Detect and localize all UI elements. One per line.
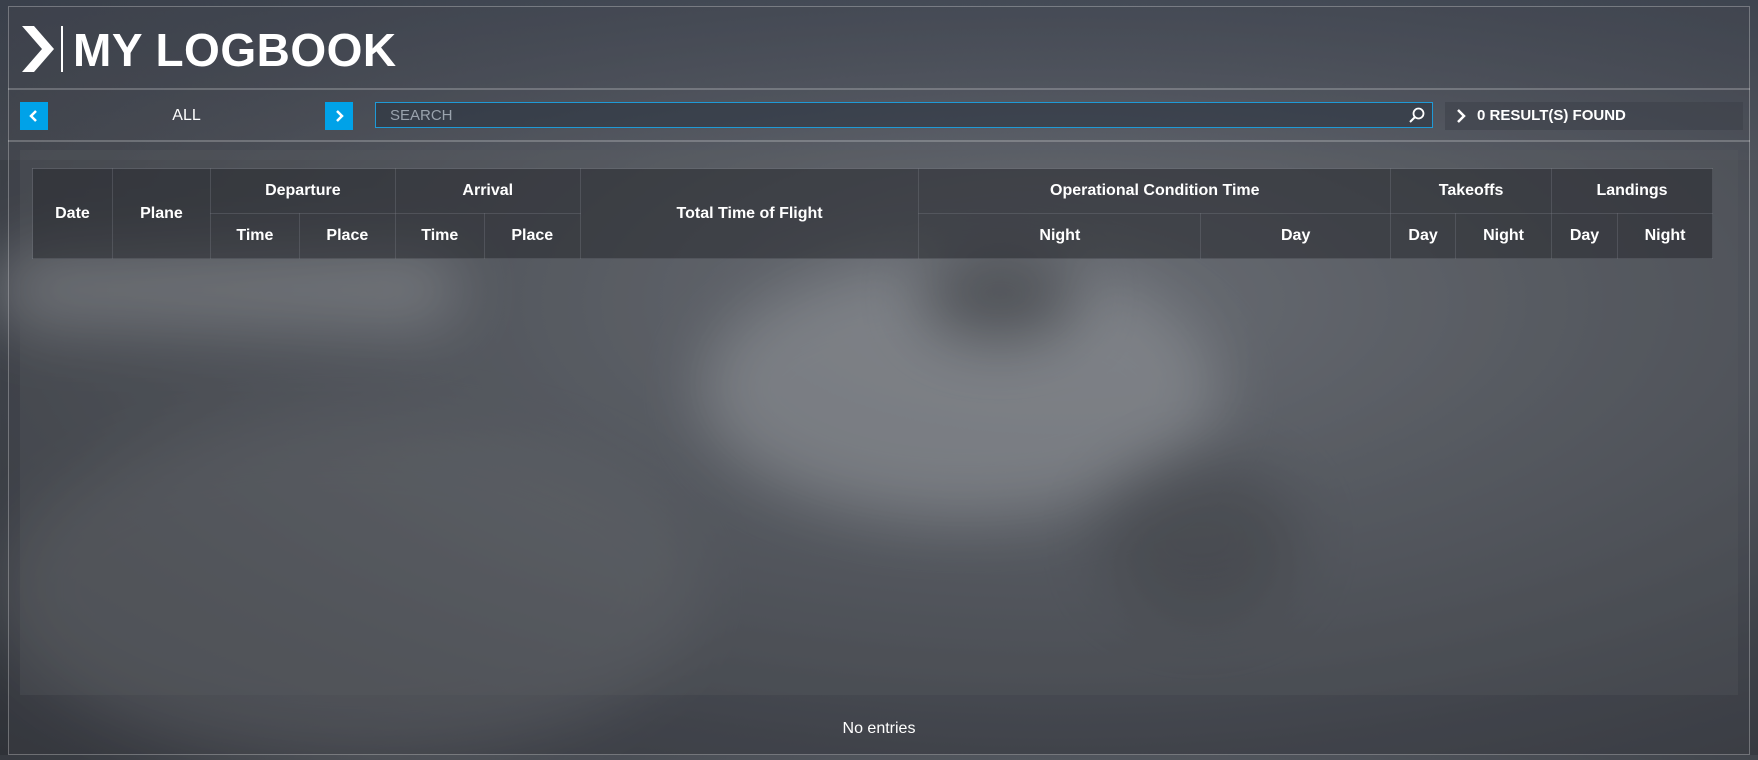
column-total-time[interactable]: Total Time of Flight <box>579 168 920 259</box>
column-arrival: Arrival <box>394 168 581 214</box>
logbook-table: Date Plane Departure Arrival Total Time … <box>32 168 1713 259</box>
column-operational-condition-time: Operational Condition Time <box>918 168 1392 214</box>
filter-row: ALL 0 RESULT(S) FOUND <box>8 90 1750 142</box>
chevron-right-icon <box>1457 109 1466 123</box>
column-plane[interactable]: Plane <box>111 168 211 259</box>
column-takeoffs-day[interactable]: Day <box>1390 213 1457 259</box>
chevron-right-icon <box>22 26 54 72</box>
search-input[interactable] <box>376 103 1410 127</box>
results-text: 0 RESULT(S) FOUND <box>1477 107 1626 124</box>
search-icon[interactable] <box>1408 106 1426 124</box>
column-landings: Landings <box>1551 168 1713 214</box>
logbook-table-panel: Date Plane Departure Arrival Total Time … <box>20 150 1738 695</box>
page-title: MY LOGBOOK <box>73 24 397 76</box>
column-landings-day[interactable]: Day <box>1551 213 1618 259</box>
column-departure-time[interactable]: Time <box>209 213 300 259</box>
column-landings-night[interactable]: Night <box>1617 213 1713 259</box>
column-operational-day[interactable]: Day <box>1200 213 1392 259</box>
next-filter-button[interactable] <box>325 102 353 130</box>
chevron-left-icon <box>29 110 37 122</box>
column-arrival-place[interactable]: Place <box>483 213 581 259</box>
column-arrival-time[interactable]: Time <box>394 213 485 259</box>
search-box <box>375 102 1433 128</box>
chevron-right-icon <box>336 110 344 122</box>
column-departure: Departure <box>209 168 396 214</box>
column-date[interactable]: Date <box>32 168 113 259</box>
empty-state-text: No entries <box>842 720 916 737</box>
page-header: MY LOGBOOK <box>8 6 1750 90</box>
column-departure-place[interactable]: Place <box>298 213 396 259</box>
previous-filter-button[interactable] <box>20 102 48 130</box>
table-header-row: Date Plane Departure Arrival Total Time … <box>32 168 1713 259</box>
column-operational-night[interactable]: Night <box>918 213 1202 259</box>
filter-value: ALL <box>172 107 201 124</box>
column-takeoffs: Takeoffs <box>1390 168 1553 214</box>
column-takeoffs-night[interactable]: Night <box>1455 213 1553 259</box>
title-divider <box>61 26 63 72</box>
results-count: 0 RESULT(S) FOUND <box>1445 102 1743 130</box>
